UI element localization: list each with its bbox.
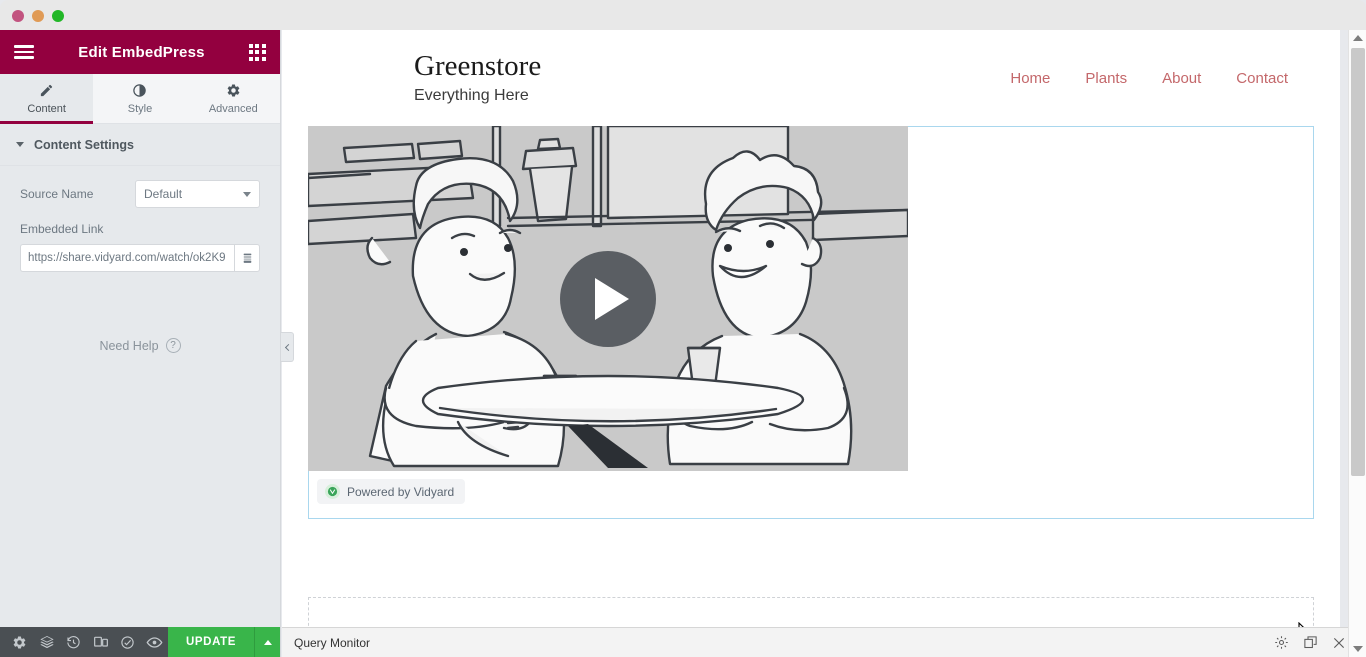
app-window: Edit EmbedPress Content Style Advanced C… <box>0 0 1366 657</box>
chevron-down-icon <box>243 191 251 197</box>
window-titlebar <box>0 0 1366 30</box>
embedpress-widget[interactable]: Powered by Vidyard <box>308 126 1314 519</box>
panel-tabs: Content Style Advanced <box>0 74 280 124</box>
scrollbar-track[interactable] <box>1349 46 1366 641</box>
scroll-up-arrow-icon[interactable] <box>1349 30 1366 46</box>
preview-eye-icon[interactable] <box>141 627 168 657</box>
update-options-caret-icon[interactable] <box>254 627 281 657</box>
tab-advanced-label: Advanced <box>208 103 258 115</box>
gear-icon <box>226 82 241 98</box>
page-scrollbar[interactable] <box>1348 30 1366 657</box>
minimize-window-button[interactable] <box>32 10 44 22</box>
query-monitor-bar: Query Monitor <box>282 627 1366 657</box>
source-name-value: Default <box>144 187 183 201</box>
embedded-link-group: Embedded Link <box>20 222 260 272</box>
responsive-mode-icon[interactable] <box>87 627 114 657</box>
nav-item-plants[interactable]: Plants <box>1085 70 1127 87</box>
tab-advanced[interactable]: Advanced <box>186 74 280 124</box>
scroll-down-arrow-icon[interactable] <box>1349 641 1366 657</box>
caret-down-icon <box>16 142 24 147</box>
pencil-icon <box>39 82 54 98</box>
close-icon[interactable] <box>1332 636 1346 650</box>
embedded-link-input[interactable] <box>20 244 234 272</box>
source-name-row: Source Name Default <box>20 180 260 208</box>
settings-gear-icon[interactable] <box>1274 635 1289 650</box>
site-tagline: Everything Here <box>414 87 529 105</box>
tab-style-label: Style <box>127 103 153 115</box>
settings-gear-icon[interactable] <box>6 627 33 657</box>
embedded-link-input-wrap <box>20 244 260 272</box>
update-group: UPDATE <box>168 627 281 657</box>
elementor-panel: Edit EmbedPress Content Style Advanced C… <box>0 30 281 657</box>
grid-icon[interactable] <box>248 43 266 61</box>
checked-clock-icon[interactable] <box>114 627 141 657</box>
tab-style[interactable]: Style <box>93 74 187 124</box>
powered-by-vidyard-badge[interactable]: Powered by Vidyard <box>317 479 466 504</box>
contrast-icon <box>132 82 147 98</box>
scrollbar-thumb[interactable] <box>1351 48 1365 476</box>
tab-content[interactable]: Content <box>0 74 94 124</box>
navigator-layers-icon[interactable] <box>33 627 60 657</box>
content-settings-title: Content Settings <box>34 137 134 152</box>
move-panel-icon[interactable] <box>1303 635 1318 650</box>
window-controls <box>12 10 64 22</box>
content-settings-section-header[interactable]: Content Settings <box>0 124 280 166</box>
source-name-select[interactable]: Default <box>135 180 260 208</box>
question-mark-icon: ? <box>165 338 181 353</box>
history-revisions-icon[interactable] <box>60 627 87 657</box>
vidyard-badge-label: Powered by Vidyard <box>347 484 455 499</box>
need-help-label: Need Help <box>99 338 159 353</box>
update-button[interactable]: UPDATE <box>168 627 255 657</box>
panel-footer: UPDATE <box>0 627 281 657</box>
panel-title: Edit EmbedPress <box>78 43 205 61</box>
site-branding: Greenstore Everything Here <box>414 49 542 105</box>
panel-controls: Source Name Default Embedded Link <box>0 166 280 272</box>
nav-item-home[interactable]: Home <box>1010 70 1050 87</box>
need-help-button[interactable]: Need Help ? <box>99 338 181 353</box>
media-library-icon[interactable] <box>234 244 260 272</box>
tab-content-label: Content <box>27 103 66 115</box>
panel-collapse-handle[interactable] <box>281 332 294 362</box>
empty-section-placeholder[interactable] <box>308 597 1314 627</box>
embedded-link-label: Embedded Link <box>20 222 104 236</box>
need-help-area: Need Help ? <box>0 272 280 627</box>
zoom-window-button[interactable] <box>52 10 64 22</box>
site-nav: Home Plants About Contact <box>1010 70 1288 87</box>
hamburger-menu-icon[interactable] <box>14 45 34 59</box>
site-preview: Greenstore Everything Here Home Plants A… <box>282 30 1340 627</box>
vidyard-logo-icon <box>325 484 340 499</box>
close-window-button[interactable] <box>12 10 24 22</box>
panel-header: Edit EmbedPress <box>0 30 280 74</box>
site-header: Greenstore Everything Here Home Plants A… <box>282 30 1340 126</box>
source-name-label: Source Name <box>20 187 94 201</box>
nav-item-about[interactable]: About <box>1162 70 1201 87</box>
query-monitor-title: Query Monitor <box>294 635 371 650</box>
chevron-left-icon <box>284 343 292 351</box>
site-title: Greenstore <box>414 49 542 82</box>
nav-item-contact[interactable]: Contact <box>1236 70 1288 87</box>
play-button-icon[interactable] <box>560 250 656 347</box>
video-thumbnail[interactable] <box>308 126 908 471</box>
